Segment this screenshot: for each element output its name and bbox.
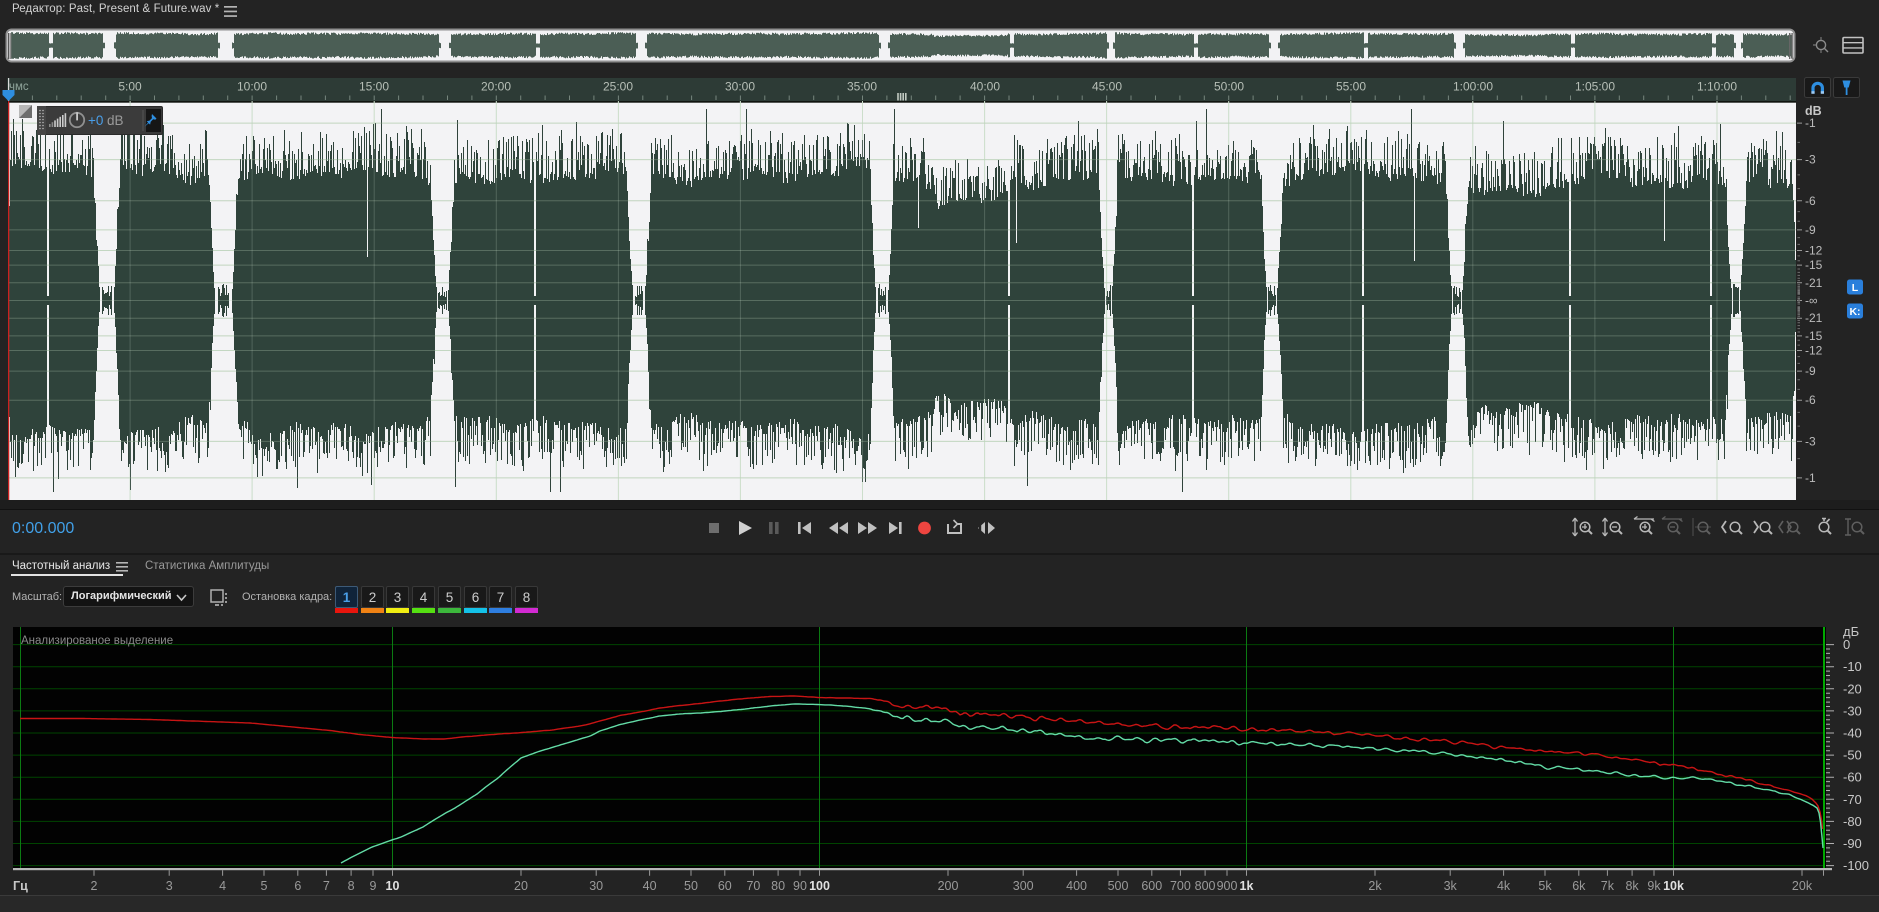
svg-text:-3: -3 — [1805, 434, 1816, 448]
svg-text:500: 500 — [1108, 879, 1129, 893]
svg-text:8: 8 — [348, 879, 355, 893]
svg-text:50: 50 — [684, 879, 698, 893]
svg-text:80: 80 — [771, 879, 785, 893]
svg-text:-12: -12 — [1805, 344, 1823, 358]
svg-text:90: 90 — [793, 879, 807, 893]
svg-text:1k: 1k — [1240, 879, 1254, 893]
svg-text:400: 400 — [1066, 879, 1087, 893]
svg-text:20k: 20k — [1792, 879, 1813, 893]
svg-text:-100: -100 — [1843, 858, 1869, 873]
svg-text:-∞: -∞ — [1805, 294, 1818, 308]
svg-text:dB: dB — [107, 113, 124, 128]
svg-text:200: 200 — [938, 879, 959, 893]
svg-text:L: L — [1852, 282, 1859, 294]
svg-text:-3: -3 — [1805, 153, 1816, 167]
svg-text:-21: -21 — [1805, 276, 1823, 290]
svg-text:10k: 10k — [1663, 879, 1684, 893]
svg-text:-9: -9 — [1805, 223, 1816, 237]
svg-text:-15: -15 — [1805, 258, 1823, 272]
svg-text:-9: -9 — [1805, 364, 1816, 378]
svg-text:60: 60 — [718, 879, 732, 893]
svg-text:-6: -6 — [1805, 393, 1816, 407]
svg-text:9k: 9k — [1647, 879, 1661, 893]
svg-text:3: 3 — [166, 879, 173, 893]
svg-text:300: 300 — [1013, 879, 1034, 893]
svg-text:30: 30 — [589, 879, 603, 893]
svg-text:-1: -1 — [1805, 116, 1816, 130]
svg-text:700: 700 — [1170, 879, 1191, 893]
svg-text:-1: -1 — [1805, 471, 1816, 485]
svg-text:Анализированое выделение: Анализированое выделение — [21, 635, 173, 647]
svg-text:7: 7 — [323, 879, 330, 893]
svg-text:-10: -10 — [1843, 659, 1862, 674]
svg-text:-30: -30 — [1843, 703, 1862, 718]
svg-text:9: 9 — [370, 879, 377, 893]
svg-text:5: 5 — [261, 879, 268, 893]
svg-text:0: 0 — [1843, 637, 1850, 652]
svg-text:70: 70 — [746, 879, 760, 893]
svg-text:-21: -21 — [1805, 311, 1823, 325]
svg-text:5k: 5k — [1538, 879, 1552, 893]
svg-text:3k: 3k — [1444, 879, 1458, 893]
svg-text:-40: -40 — [1843, 726, 1862, 741]
svg-text:10: 10 — [386, 879, 400, 893]
svg-text:40: 40 — [643, 879, 657, 893]
svg-text:800: 800 — [1195, 879, 1216, 893]
svg-text:6k: 6k — [1572, 879, 1586, 893]
svg-text:-70: -70 — [1843, 792, 1862, 807]
svg-text:4: 4 — [219, 879, 226, 893]
svg-text:-60: -60 — [1843, 770, 1862, 785]
svg-text:600: 600 — [1141, 879, 1162, 893]
svg-text:-20: -20 — [1843, 681, 1862, 696]
svg-text:-50: -50 — [1843, 748, 1862, 763]
svg-text:+0: +0 — [88, 113, 103, 128]
svg-text:6: 6 — [294, 879, 301, 893]
svg-text:-80: -80 — [1843, 814, 1862, 829]
svg-text:-15: -15 — [1805, 329, 1823, 343]
svg-text:dB: dB — [1805, 104, 1822, 118]
svg-text:-90: -90 — [1843, 836, 1862, 851]
svg-text:100: 100 — [809, 879, 830, 893]
svg-text:K:: K: — [1849, 306, 1860, 318]
svg-text:900: 900 — [1217, 879, 1238, 893]
svg-text:-12: -12 — [1805, 244, 1823, 258]
svg-text:Гц: Гц — [13, 879, 28, 893]
svg-text:2: 2 — [91, 879, 98, 893]
svg-text:8k: 8k — [1625, 879, 1639, 893]
svg-text:4k: 4k — [1497, 879, 1511, 893]
svg-text:20: 20 — [514, 879, 528, 893]
svg-text:7k: 7k — [1601, 879, 1615, 893]
svg-text:2k: 2k — [1368, 879, 1382, 893]
svg-text:-6: -6 — [1805, 194, 1816, 208]
